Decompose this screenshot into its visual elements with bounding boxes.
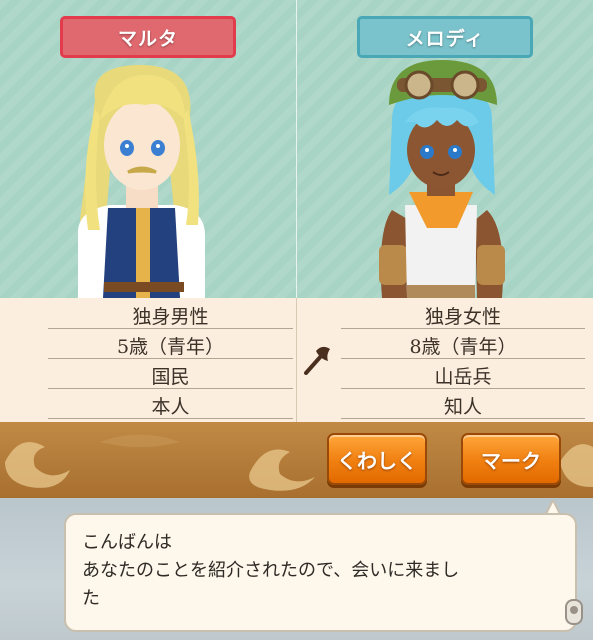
character-portrait-marta	[78, 65, 205, 298]
profile-info-table: 独身男性 5歳（青年） 国民 本人 独身女性 8歳（青年） 山岳兵 知人	[0, 298, 593, 422]
details-button[interactable]: くわしく	[327, 433, 427, 485]
info-age-left: 5歳（青年）	[116, 336, 225, 358]
info-relation-left: 本人	[151, 396, 190, 418]
divider	[341, 418, 585, 419]
divider	[341, 388, 585, 389]
divider	[48, 418, 293, 419]
scroll-cursor-icon[interactable]	[563, 598, 585, 628]
axe-icon	[304, 346, 330, 375]
info-relation-right: 知人	[443, 396, 482, 418]
character-name-right: メロディ	[357, 16, 533, 58]
mark-button[interactable]: マーク	[461, 433, 561, 485]
divider	[48, 358, 293, 359]
divider	[341, 328, 585, 329]
dialogue-box[interactable]: こんばんは あなたのことを紹介されたので、会いに来まし た	[64, 513, 577, 632]
info-occupation-right: 山岳兵	[434, 366, 492, 388]
info-age-right: 8歳（青年）	[409, 336, 517, 358]
info-marital-right: 独身女性	[424, 306, 501, 328]
divider	[48, 388, 293, 389]
character-portrait-melody	[379, 60, 505, 298]
divider	[341, 358, 585, 359]
character-panel-right: メロディ	[296, 0, 593, 298]
dialogue-text: こんばんは あなたのことを紹介されたので、会いに来まし た	[82, 532, 460, 609]
profile-info-right: 独身女性 8歳（青年） 山岳兵 知人	[296, 298, 593, 422]
profile-info-left: 独身男性 5歳（青年） 国民 本人	[0, 298, 296, 422]
portrait-area: マルタ メロディ	[0, 0, 593, 298]
character-panel-left: マルタ	[0, 0, 296, 298]
character-name-left: マルタ	[60, 16, 236, 58]
divider	[48, 328, 293, 329]
action-bar: くわしく マーク	[0, 422, 593, 498]
info-marital-left: 独身男性	[132, 306, 209, 328]
info-occupation-left: 国民	[151, 366, 190, 388]
